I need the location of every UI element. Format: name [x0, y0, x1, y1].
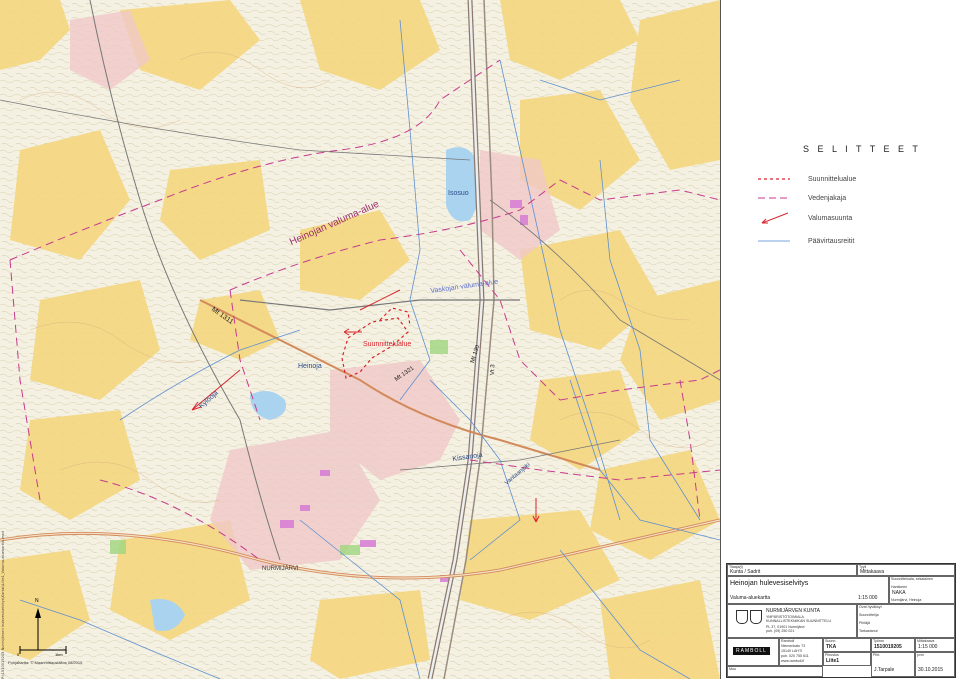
- legend-item-vedenjakaja: Vedenjakaja: [756, 191, 846, 205]
- map-side-path: P:\1510019205 Nurmijärven hulevesiselvit…: [1, 531, 5, 679]
- tb-client-cell: Tilaaja(t) Kunta / Sadrit: [727, 564, 857, 576]
- tb-org-cell: NURMIJÄRVEN KUNTA YMPÄRISTÖTOIMIALA KUNN…: [727, 604, 857, 638]
- tb-job-label: Työnro: [873, 639, 884, 643]
- tb-date: 30.10.2015: [918, 667, 944, 673]
- north-label: N: [35, 598, 39, 604]
- tb-org-line1: NURMIJÄRVEN KUNTA: [766, 608, 820, 614]
- legend-item-paavirtausreitit: Päävirtausreitit: [756, 234, 854, 248]
- legend-panel: [721, 0, 960, 563]
- tb-company-addr3: 15140 LAHTI: [781, 649, 803, 653]
- tb-checker-label: Tarkastanut: [859, 629, 878, 633]
- tb-muu-cell: Muu: [727, 666, 823, 677]
- tb-date-label: pvm: [917, 653, 924, 657]
- tb-sheet-cell: Piirustus Liite1: [823, 652, 871, 666]
- tb-tunnus-label: Suunn.: [825, 639, 837, 643]
- tb-subtitle: Valuma-aluekartta: [730, 595, 771, 601]
- nurmijarvi-crest-icon-2: [750, 610, 762, 624]
- tb-tunnus: TKA: [826, 644, 837, 650]
- legend-label: Valumasuunta: [808, 214, 853, 222]
- tb-project-label: Nurmijärvi, Heinoja: [891, 598, 922, 602]
- tb-municipality: NAKA: [892, 590, 906, 596]
- legend-title: S E L I T T E E T: [803, 144, 921, 154]
- scale-zero-label: 0: [17, 652, 20, 657]
- legend-item-valumasuunta: Valumasuunta: [756, 211, 852, 225]
- label-nurmijarvi: NURMIJÄRVI: [262, 566, 299, 572]
- tb-company-addr5: www.ramboll.fi: [781, 659, 805, 663]
- legend-symbol-paavirtausreitit: [758, 240, 790, 242]
- tb-approved-label: Suunnitteluala, sekalainen: [891, 577, 933, 581]
- legend-label: Vedenjakaja: [808, 194, 847, 202]
- map-credit: Pohjakartta: © Maanmittauslaitos 08/2015: [8, 660, 83, 665]
- label-vt3: Vt 3: [490, 364, 497, 376]
- tb-drawn-cell: Piirt. J.Tarpale: [871, 652, 915, 677]
- label-heinoja: Heinoja: [298, 363, 322, 370]
- scale-end-label: 1km: [55, 652, 63, 657]
- tb-org-line3: KUNNALLISTEKNIIKAN SUUNNITTELU: [766, 619, 832, 623]
- tb-status: Mittakaava: [860, 569, 885, 575]
- legend-item-suunnittelualue: Suunnittelualue: [756, 172, 856, 186]
- base-map: [0, 0, 720, 679]
- tb-org-addr2: puh. (09) 250 021: [766, 629, 795, 633]
- tb-title-cell: Heinojan hulevesiselvitys Valuma-aluekar…: [727, 576, 889, 604]
- legend-label: Suunnittelualue: [808, 175, 857, 183]
- tb-scale2-cell: Mittakaava 1:15 000: [915, 638, 955, 652]
- map-canvas: Isosuo Heinojan valuma-alue Vaskojan val…: [0, 0, 721, 679]
- tb-drawn: J.Tarpale: [874, 667, 895, 673]
- tb-client: Kunta / Sadrit: [730, 569, 761, 575]
- tb-ramboll-cell: RAMBOLL: [727, 638, 779, 666]
- tb-job-cell: Työnro 1510019205: [871, 638, 915, 652]
- tb-sheet: Liite1: [826, 658, 840, 664]
- tb-approval-cell: Ovat hyväksyt Suunnittelija Piirtäjä Tar…: [857, 604, 955, 638]
- title-block: Tilaaja(t) Kunta / Sadrit Tyyli Mittakaa…: [726, 563, 956, 678]
- nurmijarvi-crest-icon: [736, 610, 748, 624]
- tb-status-cell: Tyyli Mittakaava: [857, 564, 955, 576]
- legend-symbol-valumasuunta-arrow: [761, 212, 789, 224]
- tb-date-cell: pvm 30.10.2015: [915, 652, 955, 677]
- tb-approval-label: Ovat hyväksyt: [859, 605, 882, 609]
- tb-designer-label: Suunnittelija: [859, 613, 879, 617]
- tb-approved-cell: Suunnitteluala, sekalainen Hankkeen NAKA…: [889, 576, 955, 604]
- label-isosuo: Isosuo: [448, 190, 469, 197]
- tb-company-cell: Ramboll Niemenkatu 73 15140 LAHTI puh. 0…: [779, 638, 823, 666]
- ramboll-logo: RAMBOLL: [733, 647, 770, 655]
- tb-sheet-label: Piirustus: [825, 653, 839, 657]
- tb-drawn-label: Piirt.: [873, 653, 881, 657]
- tb-drawer-label: Piirtäjä: [859, 621, 870, 625]
- tb-scale: 1:15 000: [858, 595, 878, 601]
- tb-company-addr1: Ramboll: [781, 639, 795, 643]
- tb-scale2: 1:15 000: [918, 644, 938, 650]
- tb-tunnus-cell: Suunn. TKA: [823, 638, 871, 652]
- tb-scale-label: Mittakaava: [917, 639, 935, 643]
- label-suunnittelualue: Suunnittelualue: [363, 341, 412, 348]
- legend-symbol-suunnittelualue: [758, 178, 790, 180]
- legend-symbol-vedenjakaja: [758, 197, 790, 199]
- tb-muu-label: Muu: [729, 667, 736, 671]
- tb-job: 1510019205: [874, 644, 902, 650]
- tb-company-addr2: Niemenkatu 73: [781, 644, 806, 648]
- tb-title-main: Heinojan hulevesiselvitys: [730, 580, 809, 587]
- tb-municipality-label: Hankkeen: [891, 585, 908, 589]
- legend-label: Päävirtausreitit: [808, 237, 855, 245]
- tb-company-addr4: puh. 020 755 611: [781, 654, 809, 658]
